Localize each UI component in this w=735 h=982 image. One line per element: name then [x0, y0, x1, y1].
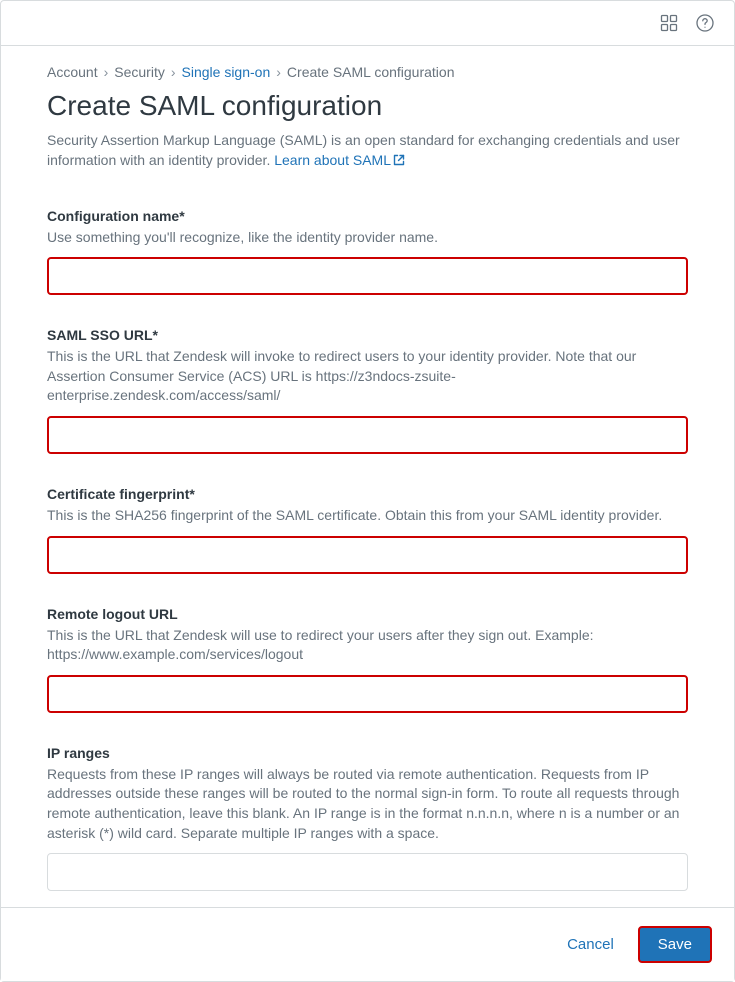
chevron-right-icon: › [104, 64, 109, 80]
chevron-right-icon: › [171, 64, 176, 80]
apps-icon[interactable] [660, 14, 678, 32]
breadcrumb: Account › Security › Single sign-on › Cr… [47, 64, 688, 80]
config-name-label: Configuration name* [47, 208, 688, 224]
ip-ranges-hint: Requests from these IP ranges will alway… [47, 765, 688, 843]
help-icon[interactable] [696, 14, 714, 32]
learn-link-text: Learn about SAML [274, 152, 391, 168]
logout-url-label: Remote logout URL [47, 606, 688, 622]
config-name-group: Configuration name* Use something you'll… [47, 208, 688, 296]
cert-fingerprint-input[interactable] [47, 536, 688, 574]
sso-url-group: SAML SSO URL* This is the URL that Zende… [47, 327, 688, 454]
ip-ranges-input[interactable] [47, 853, 688, 891]
config-name-hint: Use something you'll recognize, like the… [47, 228, 688, 248]
cert-fingerprint-group: Certificate fingerprint* This is the SHA… [47, 486, 688, 574]
sso-url-input[interactable] [47, 416, 688, 454]
ip-ranges-group: IP ranges Requests from these IP ranges … [47, 745, 688, 891]
sso-url-hint: This is the URL that Zendesk will invoke… [47, 347, 688, 406]
learn-about-saml-link[interactable]: Learn about SAML [274, 152, 405, 168]
config-name-input[interactable] [47, 257, 688, 295]
page-title: Create SAML configuration [47, 90, 688, 122]
breadcrumb-current: Create SAML configuration [287, 64, 455, 80]
top-toolbar [1, 1, 734, 45]
logout-url-hint: This is the URL that Zendesk will use to… [47, 626, 688, 665]
save-button[interactable]: Save [638, 926, 712, 963]
external-link-icon [393, 151, 405, 171]
breadcrumb-security[interactable]: Security [114, 64, 165, 80]
sso-url-label: SAML SSO URL* [47, 327, 688, 343]
cancel-button[interactable]: Cancel [567, 936, 614, 953]
breadcrumb-account[interactable]: Account [47, 64, 98, 80]
logout-url-group: Remote logout URL This is the URL that Z… [47, 606, 688, 713]
cert-fingerprint-label: Certificate fingerprint* [47, 486, 688, 502]
page-description: Security Assertion Markup Language (SAML… [47, 130, 688, 172]
logout-url-input[interactable] [47, 675, 688, 713]
footer-actions: Cancel Save [1, 907, 734, 981]
chevron-right-icon: › [276, 64, 281, 80]
main-content: Account › Security › Single sign-on › Cr… [1, 46, 734, 943]
cert-fingerprint-hint: This is the SHA256 fingerprint of the SA… [47, 506, 688, 526]
breadcrumb-sso[interactable]: Single sign-on [182, 64, 271, 80]
ip-ranges-label: IP ranges [47, 745, 688, 761]
